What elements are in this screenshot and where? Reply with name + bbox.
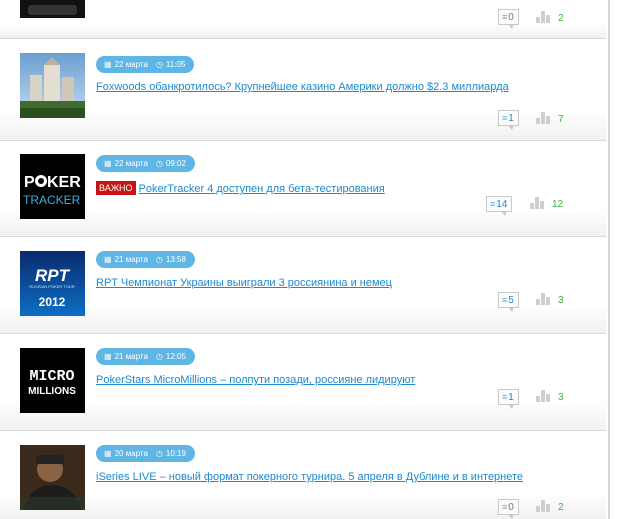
svg-text:MICRO: MICRO [29,368,74,385]
news-thumbnail[interactable] [20,0,85,18]
svg-text:P: P [24,174,35,191]
clock-icon: ◷ [155,255,163,264]
article-title-link[interactable]: Foxwoods обанкротилось? Крупнейшее казин… [96,81,509,93]
date-time-pill: ▦ 20 марта ◷ 10:19 [96,445,195,462]
clock-icon: ◷ [155,449,163,458]
thumbnail-image: MICRO MILLIONS [20,348,85,413]
calendar-icon: ▦ [104,159,112,168]
comment-count[interactable]: ≡0 [498,499,519,519]
likes[interactable]: 2 [536,500,564,513]
date-time-pill: ▦ 22 марта ◷ 09:02 [96,155,195,172]
news-item: MICRO MILLIONS ▦ 21 марта ◷ 12:05 PokerStar… [0,333,606,430]
news-item: ▦ 20 марта ◷ 10:19 iSeries LIVE – новый фор… [0,430,606,519]
calendar-icon: ▦ [104,255,112,264]
news-thumbnail[interactable]: RPT RUSSIAN POKER TOUR 2012 [20,251,85,316]
comment-icon: ≡ [502,295,508,305]
likes-icon [536,390,552,402]
news-item: P KER TRACKER ▦ 22 марта ◷ 09:02 ВАЖНО Poker… [0,140,606,236]
thumbnail-image [20,0,85,18]
comment-count[interactable]: ≡1 [498,389,519,409]
svg-text:RUSSIAN POKER TOUR: RUSSIAN POKER TOUR [29,284,74,289]
article-title-link[interactable]: PokerStars MicroMillions – полпути позад… [96,374,415,386]
news-item: ≡0 2 [0,0,606,38]
comment-icon: ≡ [502,502,508,512]
news-thumbnail[interactable] [20,53,85,118]
svg-text:2012: 2012 [39,295,66,309]
comment-count[interactable]: ≡1 [498,110,519,130]
likes-icon [536,293,552,305]
thumbnail-image [20,445,85,510]
calendar-icon: ▦ [104,449,112,458]
likes[interactable]: 3 [536,293,564,306]
date-time-pill: ▦ 22 марта ◷ 11:05 [96,56,195,73]
likes-icon [536,11,552,23]
clock-icon: ◷ [155,159,163,168]
important-badge: ВАЖНО [96,181,136,195]
likes-icon [530,197,546,209]
svg-text:TRACKER: TRACKER [23,193,81,207]
clock-icon: ◷ [155,352,163,361]
news-feed: ≡0 2 ▦ 22 марта ◷ 11:05 Foxwoods обанкротил… [0,0,610,519]
calendar-icon: ▦ [104,60,112,69]
comment-icon: ≡ [502,12,508,22]
news-item: RPT RUSSIAN POKER TOUR 2012 ▦ 21 марта ◷ 13… [0,236,606,333]
likes[interactable]: 12 [530,197,563,210]
comment-count[interactable]: ≡14 [486,196,513,216]
article-title-link[interactable]: RPT Чемпионат Украины выиграли 3 россиян… [96,277,392,289]
news-item: ▦ 22 марта ◷ 11:05 Foxwoods обанкротилось? … [0,38,606,140]
likes[interactable]: 3 [536,390,564,403]
date-time-pill: ▦ 21 марта ◷ 12:05 [96,348,195,365]
comment-count[interactable]: ≡5 [498,292,519,312]
likes-icon [536,112,552,124]
article-title-link[interactable]: PokerTracker 4 доступен для бета-тестиро… [139,183,385,195]
article-title-row: ВАЖНО PokerTracker 4 доступен для бета-те… [96,181,385,195]
calendar-icon: ▦ [104,352,112,361]
thumbnail-image: RPT RUSSIAN POKER TOUR 2012 [20,251,85,316]
likes[interactable]: 7 [536,112,564,125]
news-thumbnail[interactable] [20,445,85,510]
thumbnail-image: P KER TRACKER [20,154,85,219]
news-thumbnail[interactable]: MICRO MILLIONS [20,348,85,413]
date-time-pill: ▦ 21 марта ◷ 13:58 [96,251,195,268]
comment-icon: ≡ [490,199,496,209]
svg-text:RPT: RPT [35,266,71,285]
comment-icon: ≡ [502,113,508,123]
article-title-link[interactable]: iSeries LIVE – новый формат покерного ту… [96,471,523,483]
comment-count[interactable]: ≡0 [498,9,519,29]
svg-text:KER: KER [47,174,81,191]
comment-icon: ≡ [502,392,508,402]
likes[interactable]: 2 [536,11,564,24]
thumbnail-image [20,53,85,118]
likes-icon [536,500,552,512]
svg-text:MILLIONS: MILLIONS [28,386,76,397]
news-thumbnail[interactable]: P KER TRACKER [20,154,85,219]
clock-icon: ◷ [155,60,163,69]
